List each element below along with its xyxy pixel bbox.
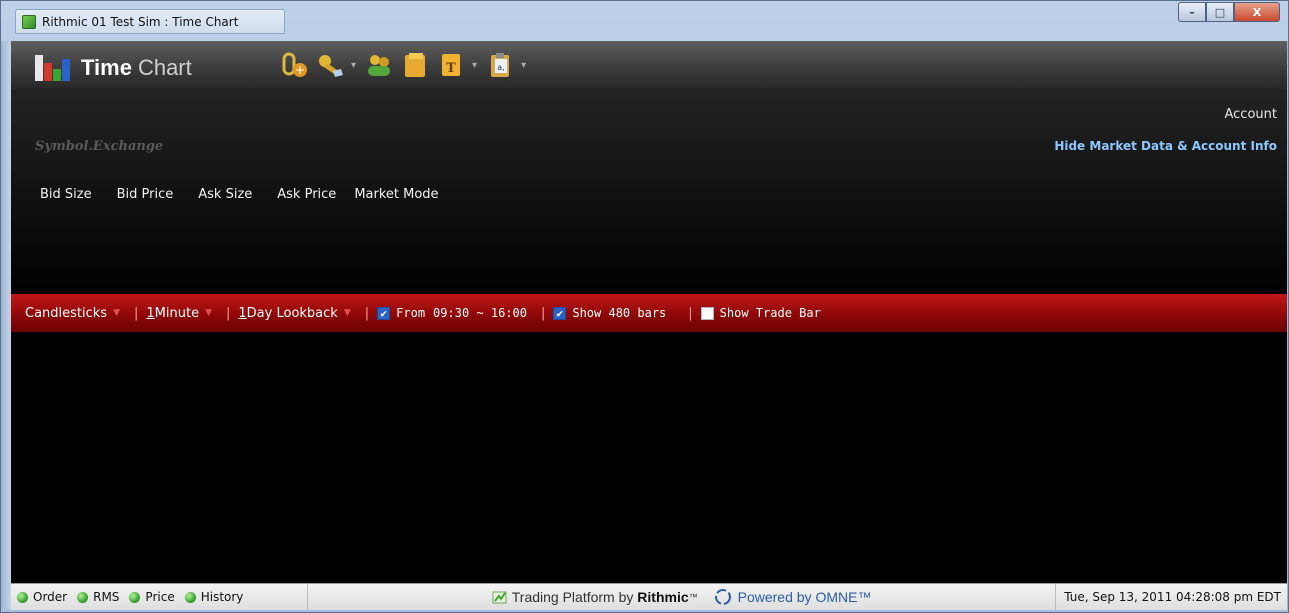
logo-word-time: Time xyxy=(81,55,132,80)
people-icon[interactable] xyxy=(364,51,394,79)
order-label: Order xyxy=(33,590,68,604)
trade-bar-option[interactable]: Show Trade Bar xyxy=(700,306,821,320)
window-right-border xyxy=(1287,41,1288,609)
minimize-button[interactable]: – xyxy=(1178,2,1206,22)
lookback-unit: Day Lookback xyxy=(246,305,338,321)
interval-unit: Minute xyxy=(154,305,200,321)
chart-type-dropdown[interactable]: Candlesticks ▼ xyxy=(25,306,126,321)
folder-icon[interactable] xyxy=(400,51,430,79)
chart-options-bar: Candlesticks ▼ | 1 Minute ▼ | 1 Day Look… xyxy=(11,294,1287,332)
account-label: Account xyxy=(1224,107,1278,122)
svg-text:T: T xyxy=(446,61,456,76)
trade-bar-checkbox[interactable] xyxy=(700,306,714,320)
from-time-option[interactable]: ✔ From 09:30 ~ 16:00 xyxy=(377,306,527,320)
order-indicator: Order xyxy=(17,590,67,604)
omne-credit: Powered by OMNE™ xyxy=(714,588,872,606)
separator: | xyxy=(134,305,139,321)
status-dot-icon xyxy=(17,591,28,603)
status-bar: Order RMS Price History Trading Platform… xyxy=(11,583,1287,610)
chart-area[interactable] xyxy=(11,332,1287,583)
status-dot-icon xyxy=(129,591,141,603)
trademark: ™ xyxy=(688,592,698,602)
column-ask-price: Ask Price xyxy=(277,187,337,202)
separator: | xyxy=(364,305,370,321)
separator: | xyxy=(688,305,693,321)
window-title: Rithmic 01 Test Sim : Time Chart xyxy=(42,14,239,29)
column-bid-size: Bid Size xyxy=(40,187,92,202)
template-icon[interactable]: T xyxy=(436,51,466,79)
maximize-button[interactable]: □ xyxy=(1206,2,1234,22)
toolbar-tools: + ▾ T ▾ a, ▾ xyxy=(279,51,534,79)
app-window: Rithmic 01 Test Sim : Time Chart – □ X T… xyxy=(0,0,1289,613)
rms-label: RMS xyxy=(93,590,120,604)
from-checkbox[interactable]: ✔ xyxy=(377,306,391,320)
svg-text:+: + xyxy=(295,63,305,77)
status-datetime: Tue, Sep 13, 2011 04:28:08 pm EDT xyxy=(1055,584,1287,610)
from-label: From xyxy=(396,306,426,320)
window-title-tab: Rithmic 01 Test Sim : Time Chart xyxy=(15,9,285,34)
clipboard-icon[interactable]: a, xyxy=(485,51,515,79)
toolbar: Time Chart + ▾ T ▾ a, ▾ xyxy=(11,41,1287,89)
svg-text:a,: a, xyxy=(497,63,504,72)
price-indicator: Price xyxy=(129,590,175,604)
column-bid-price: Bid Price xyxy=(116,187,174,202)
interval-number: 1 xyxy=(146,305,155,321)
chevron-down-icon: ▼ xyxy=(113,308,120,318)
market-data-columns: Bid Size Bid Price Ask Size Ask Price Ma… xyxy=(40,187,464,202)
close-button[interactable]: X xyxy=(1234,2,1280,22)
market-data-panel: Account Hide Market Data & Account Info … xyxy=(11,89,1287,294)
chevron-down-icon: ▼ xyxy=(343,308,351,318)
omne-logo-icon xyxy=(714,589,731,605)
chart-type-label: Candlesticks xyxy=(25,305,108,321)
attach-add-icon[interactable]: + xyxy=(279,51,309,79)
show-bars-checkbox[interactable]: ✔ xyxy=(553,306,567,320)
rithmic-logo-icon xyxy=(492,591,507,604)
lookback-number: 1 xyxy=(238,305,247,321)
from-range[interactable]: 09:30 ~ 16:00 xyxy=(433,306,527,320)
separator: | xyxy=(540,305,546,321)
title-bar[interactable]: Rithmic 01 Test Sim : Time Chart – □ X xyxy=(1,1,1288,39)
window-left-border xyxy=(1,41,11,609)
column-market-mode: Market Mode xyxy=(354,187,439,202)
app-icon xyxy=(22,14,36,29)
platform-prefix: Trading Platform by xyxy=(511,589,634,605)
chart-logo-icon xyxy=(35,53,71,81)
time-chart-logo: Time Chart xyxy=(35,53,192,81)
hide-market-data-link[interactable]: Hide Market Data & Account Info xyxy=(1054,139,1277,153)
trading-platform-credit: Trading Platform by Rithmic ™ xyxy=(492,589,698,605)
client-area: Time Chart + ▾ T ▾ a, ▾ Account Hide Mar… xyxy=(11,41,1287,610)
window-controls: – □ X xyxy=(1178,2,1280,22)
rms-indicator: RMS xyxy=(77,590,119,604)
symbol-exchange-field[interactable]: Symbol.Exchange xyxy=(35,139,163,154)
platform-brand: Rithmic xyxy=(637,589,689,605)
connection-indicators: Order RMS Price History xyxy=(11,584,308,610)
clipboard-dropdown-arrow[interactable]: ▾ xyxy=(521,60,526,71)
separator: | xyxy=(226,305,231,321)
key-icon[interactable] xyxy=(315,51,345,79)
logo-word-chart: Chart xyxy=(137,55,192,80)
trade-bar-label: Show Trade Bar xyxy=(719,306,821,320)
history-indicator: History xyxy=(184,590,244,604)
powered-by-text: Powered by OMNE™ xyxy=(737,589,872,605)
status-dot-icon xyxy=(184,591,196,603)
show-bars-option[interactable]: ✔ Show 480 bars xyxy=(553,306,666,320)
column-ask-size: Ask Size xyxy=(198,187,253,202)
key-dropdown-arrow[interactable]: ▾ xyxy=(351,60,356,71)
show-bars-label: Show 480 bars xyxy=(572,306,667,320)
template-dropdown-arrow[interactable]: ▾ xyxy=(472,60,477,71)
branding: Trading Platform by Rithmic ™ Powered by … xyxy=(308,588,1055,606)
lookback-dropdown[interactable]: 1 Day Lookback ▼ xyxy=(238,306,356,321)
interval-dropdown[interactable]: 1 Minute ▼ xyxy=(146,306,218,321)
chevron-down-icon: ▼ xyxy=(205,308,212,318)
history-label: History xyxy=(200,590,244,604)
status-dot-icon xyxy=(77,591,89,603)
price-label: Price xyxy=(145,590,175,604)
